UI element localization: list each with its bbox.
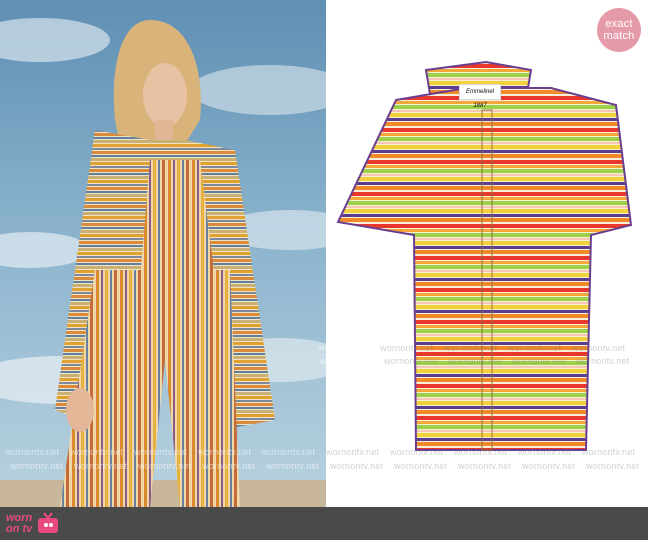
scene-illustration (0, 0, 326, 507)
footer-bar (0, 507, 648, 540)
exact-match-badge: exact match (597, 8, 641, 52)
striped-shirt-illustration (336, 60, 633, 451)
tv-icon (38, 512, 59, 533)
logo-text: worn on tv (6, 513, 32, 535)
wornontv-logo[interactable]: worn on tv (6, 509, 60, 539)
badge-line1: exact (605, 18, 633, 30)
logo-line2: on tv (6, 523, 33, 535)
product-photo (326, 0, 648, 507)
scene-photo (0, 0, 326, 507)
badge-line2: match (603, 30, 635, 42)
shirt-brand-label: Emmelinel 1887 (459, 84, 501, 109)
